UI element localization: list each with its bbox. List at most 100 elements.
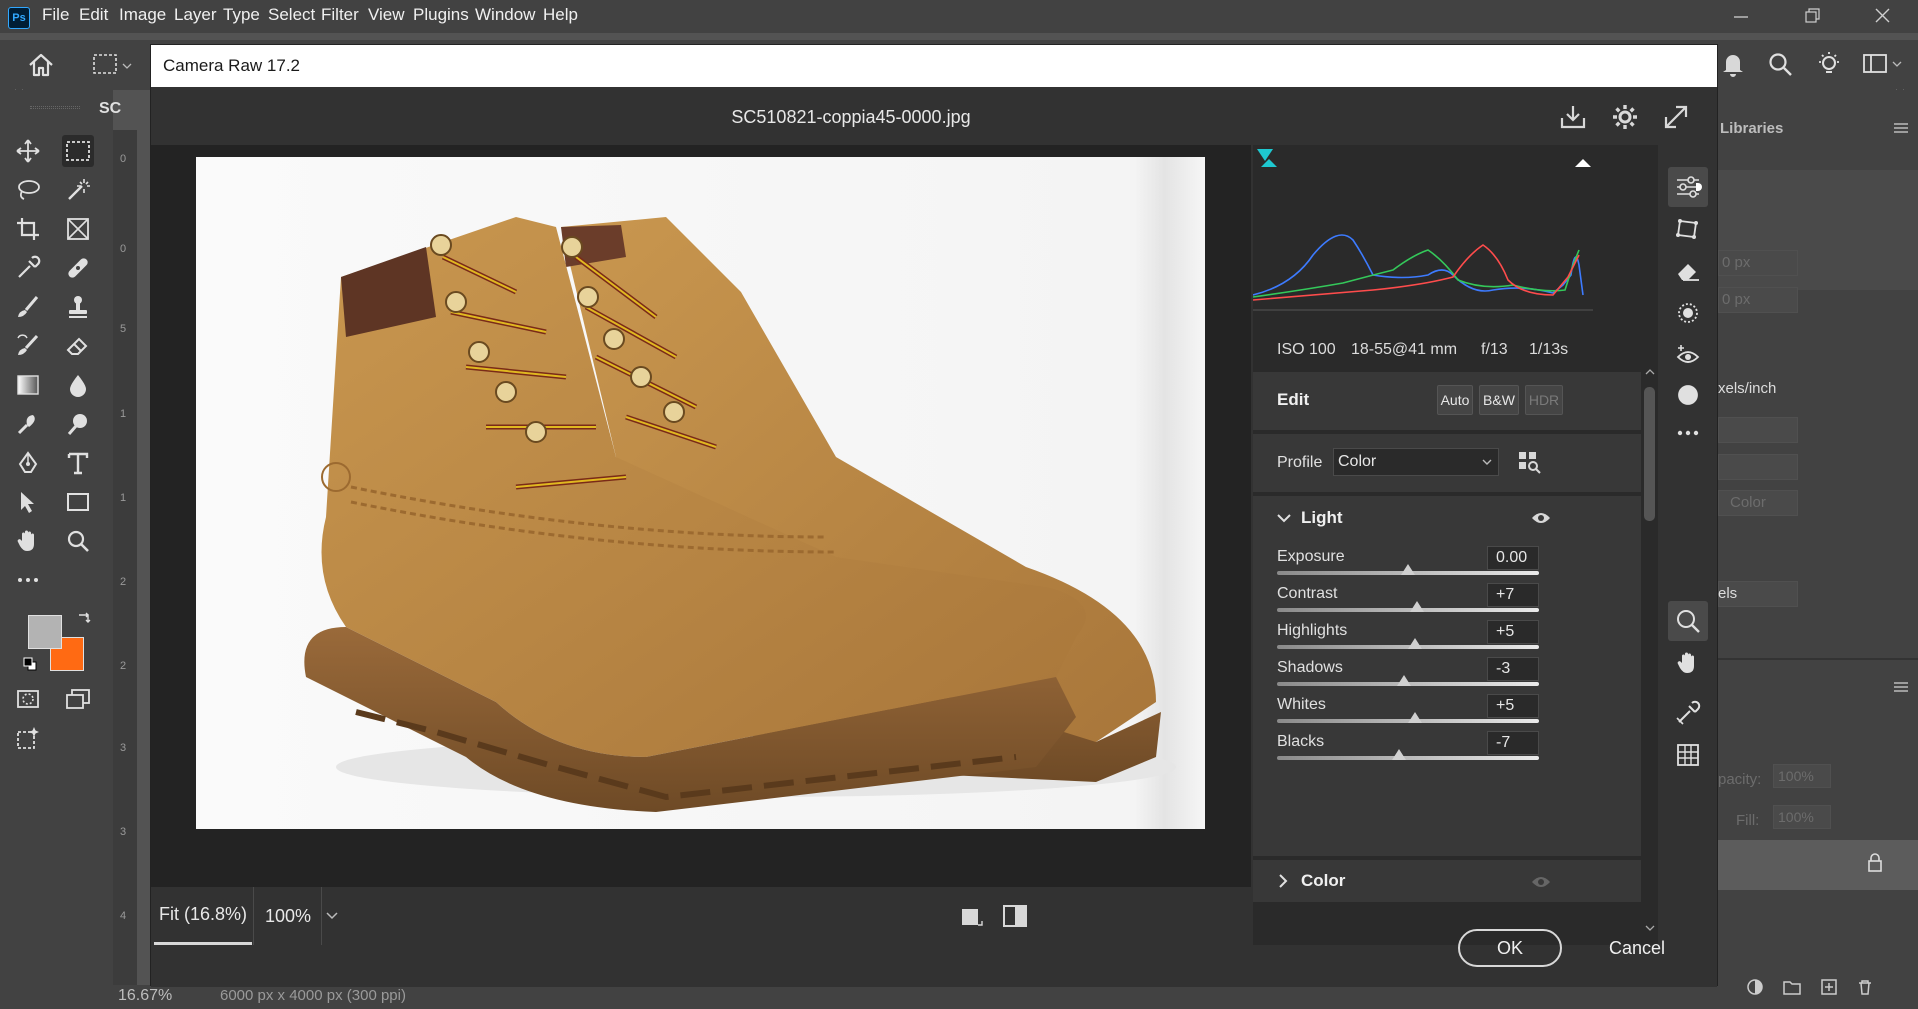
remove-eraser-icon[interactable] [1668,251,1708,291]
screen-mode-icon[interactable] [62,683,94,715]
menu-file[interactable]: File [42,5,69,25]
slider-value-field[interactable]: -3 [1487,657,1539,681]
visibility-eye-icon[interactable] [1531,510,1551,526]
dodge-tool-icon[interactable] [12,408,44,440]
healing-brush-tool-icon[interactable] [62,252,94,284]
slider-value-field[interactable]: +5 [1487,620,1539,644]
move-tool-icon[interactable] [12,135,44,167]
red-eye-icon[interactable] [1668,335,1708,375]
scroll-thumb[interactable] [1644,387,1655,521]
type-tool-icon[interactable] [62,447,94,479]
menu-type[interactable]: Type [223,5,260,25]
layers-panel-menu-icon[interactable] [1893,681,1909,693]
profile-dropdown[interactable]: Color [1333,448,1499,476]
slider-thumb[interactable] [1407,712,1422,723]
menu-layer[interactable]: Layer [174,5,217,25]
quick-mask-icon[interactable] [12,683,44,715]
pen-tool-icon[interactable] [12,447,44,479]
zoom-100-button[interactable]: 100% [265,887,311,945]
discover-lightbulb-icon[interactable] [1815,50,1843,78]
document-tab-label[interactable]: SC [99,100,121,118]
zoom-tool-icon[interactable] [62,525,94,557]
clone-stamp-tool-icon[interactable] [62,291,94,323]
home-icon[interactable] [27,52,55,78]
slider-track[interactable] [1277,756,1539,760]
workspace-icon[interactable] [1862,52,1906,76]
scroll-up-icon[interactable] [1644,367,1656,377]
slider-value-field[interactable]: -7 [1487,731,1539,755]
collapse-chevron-icon[interactable] [1275,510,1293,526]
auto-button[interactable]: Auto [1437,385,1473,415]
libraries-tab[interactable]: Libraries [1720,120,1783,137]
sponge-tool-icon[interactable] [62,408,94,440]
hand-icon[interactable] [1668,643,1708,683]
zoom-dropdown-chevron-icon[interactable] [323,909,341,923]
menu-view[interactable]: View [368,5,405,25]
eraser-tool-icon[interactable] [62,330,94,362]
fullscreen-icon[interactable] [1662,103,1690,131]
edit-sliders-icon[interactable] [1668,167,1708,207]
default-colors-icon[interactable] [22,656,38,672]
depth-dropdown[interactable] [1718,454,1798,480]
minimize-button[interactable] [1726,4,1756,28]
path-selection-tool-icon[interactable] [12,486,44,518]
presets-icon[interactable] [1668,375,1708,415]
rectangle-tool-icon[interactable] [62,486,94,518]
gradient-tool-icon[interactable] [12,369,44,401]
toolbar-grip[interactable] [30,106,80,109]
foreground-color-swatch[interactable] [28,615,62,649]
swap-colors-icon[interactable] [76,610,92,626]
color-section-header[interactable]: Color [1253,860,1641,902]
notifications-icon[interactable] [1720,50,1746,78]
cancel-button[interactable]: Cancel [1587,929,1687,967]
more-tools-icon[interactable] [12,564,44,596]
rectangular-marquee-tool-icon[interactable] [62,135,94,167]
search-icon[interactable] [1768,52,1794,78]
slider-thumb[interactable] [1407,638,1422,649]
bw-button[interactable]: B&W [1479,385,1519,415]
mode-dropdown[interactable] [1718,417,1798,443]
masking-icon[interactable] [1668,293,1708,333]
crop-tool-icon[interactable] [12,213,44,245]
hdr-button[interactable]: HDR [1525,385,1563,415]
slider-thumb[interactable] [1397,675,1412,686]
panel-menu-icon[interactable] [1893,122,1909,134]
hand-tool-icon[interactable] [12,525,44,557]
slider-thumb[interactable] [1410,601,1425,612]
save-image-icon[interactable] [1559,103,1587,131]
fill-field[interactable]: 100% [1773,805,1831,829]
slider-track[interactable] [1277,608,1539,612]
more-options-icon[interactable] [1668,413,1708,453]
photo-preview[interactable] [196,157,1205,829]
magic-wand-tool-icon[interactable] [62,174,94,206]
zoom-icon[interactable] [1668,601,1708,641]
close-window-button[interactable] [1868,4,1898,28]
before-after-view-icon[interactable] [1001,903,1029,929]
brush-tool-icon[interactable] [12,291,44,323]
slider-thumb[interactable] [1391,749,1406,760]
slider-value-field[interactable]: 0.00 [1487,546,1539,570]
eyedropper-tool-icon[interactable] [12,252,44,284]
sampler-eyedropper-icon[interactable] [1668,693,1708,733]
status-zoom[interactable]: 16.67% [118,987,172,1005]
frame-tool-icon[interactable] [62,213,94,245]
lasso-tool-icon[interactable] [12,174,44,206]
crop-rotate-icon[interactable] [1668,209,1708,249]
history-brush-tool-icon[interactable] [12,330,44,362]
slider-thumb[interactable] [1401,564,1415,575]
generative-tool-icon[interactable] [12,722,44,754]
single-view-icon[interactable] [959,905,983,929]
settings-gear-icon[interactable] [1611,103,1639,131]
ok-button[interactable]: OK [1458,929,1562,967]
menu-help[interactable]: Help [543,5,578,25]
layer-row[interactable] [1718,840,1918,890]
slider-value-field[interactable]: +5 [1487,694,1539,718]
menu-select[interactable]: Select [268,5,315,25]
profile-browser-icon[interactable] [1517,450,1543,474]
light-title[interactable]: Light [1301,508,1343,528]
slider-value-field[interactable]: +7 [1487,583,1539,607]
grid-overlay-icon[interactable] [1668,735,1708,775]
color-visibility-eye-icon[interactable] [1531,874,1551,890]
menu-image[interactable]: Image [119,5,166,25]
restore-button[interactable] [1797,4,1827,28]
